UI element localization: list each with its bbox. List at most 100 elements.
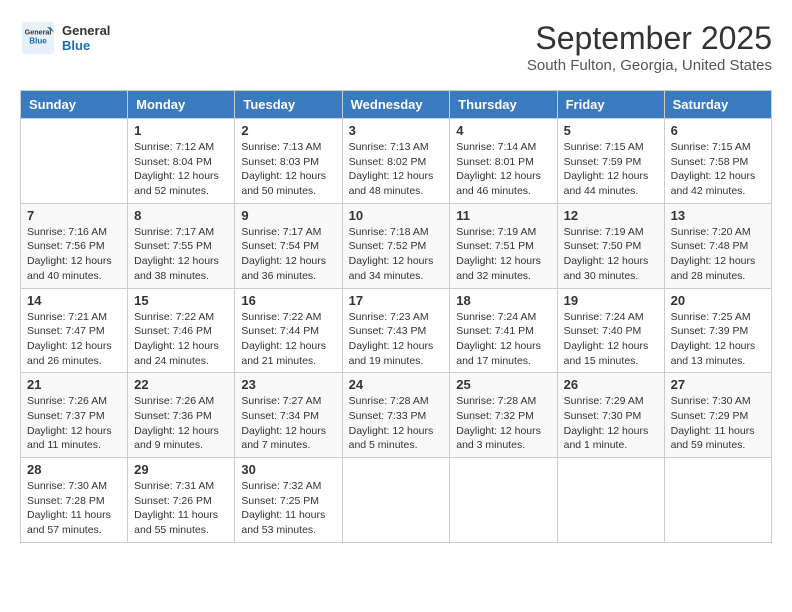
day-info: Sunrise: 7:26 AM Sunset: 7:37 PM Dayligh… — [27, 394, 121, 453]
calendar-cell — [664, 458, 771, 543]
day-number: 14 — [27, 293, 121, 308]
day-info: Sunrise: 7:24 AM Sunset: 7:40 PM Dayligh… — [564, 310, 658, 369]
day-number: 20 — [671, 293, 765, 308]
day-number: 13 — [671, 208, 765, 223]
calendar-table: SundayMondayTuesdayWednesdayThursdayFrid… — [20, 90, 772, 543]
calendar-cell: 22 Sunrise: 7:26 AM Sunset: 7:36 PM Dayli… — [128, 373, 235, 458]
logo-icon: General Blue — [20, 20, 56, 56]
calendar-cell: 3Sunrise: 7:13 AM Sunset: 8:02 PM Daylig… — [342, 119, 450, 204]
calendar-cell — [557, 458, 664, 543]
calendar-cell: 10 Sunrise: 7:18 AM Sunset: 7:52 PM Dayli… — [342, 203, 450, 288]
calendar-cell: 5 Sunrise: 7:15 AM Sunset: 7:59 PM Daylig… — [557, 119, 664, 204]
day-number: 24 — [349, 377, 444, 392]
logo: General Blue General Blue — [20, 20, 110, 56]
day-info: Sunrise: 7:19 AM Sunset: 7:50 PM Dayligh… — [564, 225, 658, 284]
calendar-cell: 17Sunrise: 7:23 AM Sunset: 7:43 PM Dayli… — [342, 288, 450, 373]
calendar-cell: 24 Sunrise: 7:28 AM Sunset: 7:33 PM Dayli… — [342, 373, 450, 458]
day-info: Sunrise: 7:20 AM Sunset: 7:48 PM Dayligh… — [671, 225, 765, 284]
day-info: Sunrise: 7:30 AM Sunset: 7:29 PM Dayligh… — [671, 394, 765, 453]
day-info: Sunrise: 7:32 AM Sunset: 7:25 PM Dayligh… — [241, 479, 335, 538]
calendar-week-row: 28Sunrise: 7:30 AM Sunset: 7:28 PM Dayli… — [21, 458, 772, 543]
calendar-cell: 15Sunrise: 7:22 AM Sunset: 7:46 PM Dayli… — [128, 288, 235, 373]
day-number: 21 — [27, 377, 121, 392]
calendar-header-row: SundayMondayTuesdayWednesdayThursdayFrid… — [21, 91, 772, 119]
day-info: Sunrise: 7:14 AM Sunset: 8:01 PM Dayligh… — [456, 140, 550, 199]
calendar-cell: 2 Sunrise: 7:13 AM Sunset: 8:03 PM Daylig… — [235, 119, 342, 204]
day-number: 10 — [349, 208, 444, 223]
month-title: September 2025 — [527, 20, 772, 57]
day-info: Sunrise: 7:22 AM Sunset: 7:46 PM Dayligh… — [134, 310, 228, 369]
day-number: 17 — [349, 293, 444, 308]
calendar-cell: 12 Sunrise: 7:19 AM Sunset: 7:50 PM Dayli… — [557, 203, 664, 288]
day-info: Sunrise: 7:19 AM Sunset: 7:51 PM Dayligh… — [456, 225, 550, 284]
day-header-friday: Friday — [557, 91, 664, 119]
calendar-cell: 23 Sunrise: 7:27 AM Sunset: 7:34 PM Dayli… — [235, 373, 342, 458]
day-number: 11 — [456, 208, 550, 223]
day-info: Sunrise: 7:16 AM Sunset: 7:56 PM Dayligh… — [27, 225, 121, 284]
page-header: General Blue General Blue September 2025… — [20, 20, 772, 74]
day-header-tuesday: Tuesday — [235, 91, 342, 119]
day-number: 6 — [671, 123, 765, 138]
day-number: 12 — [564, 208, 658, 223]
calendar-cell: 6 Sunrise: 7:15 AM Sunset: 7:58 PM Daylig… — [664, 119, 771, 204]
calendar-cell: 27 Sunrise: 7:30 AM Sunset: 7:29 PM Dayli… — [664, 373, 771, 458]
day-info: Sunrise: 7:22 AM Sunset: 7:44 PM Dayligh… — [241, 310, 335, 369]
day-number: 22 — [134, 377, 228, 392]
day-info: Sunrise: 7:12 AM Sunset: 8:04 PM Dayligh… — [134, 140, 228, 199]
calendar-cell: 25Sunrise: 7:28 AM Sunset: 7:32 PM Dayli… — [450, 373, 557, 458]
day-number: 18 — [456, 293, 550, 308]
calendar-cell: 9Sunrise: 7:17 AM Sunset: 7:54 PM Daylig… — [235, 203, 342, 288]
day-number: 19 — [564, 293, 658, 308]
calendar-cell: 11 Sunrise: 7:19 AM Sunset: 7:51 PM Dayli… — [450, 203, 557, 288]
day-number: 5 — [564, 123, 658, 138]
calendar-cell: 7Sunrise: 7:16 AM Sunset: 7:56 PM Daylig… — [21, 203, 128, 288]
logo-text: General Blue — [62, 23, 110, 53]
calendar-week-row: 21 Sunrise: 7:26 AM Sunset: 7:37 PM Dayli… — [21, 373, 772, 458]
day-number: 27 — [671, 377, 765, 392]
day-header-saturday: Saturday — [664, 91, 771, 119]
day-info: Sunrise: 7:28 AM Sunset: 7:32 PM Dayligh… — [456, 394, 550, 453]
svg-text:Blue: Blue — [29, 36, 47, 45]
day-info: Sunrise: 7:28 AM Sunset: 7:33 PM Dayligh… — [349, 394, 444, 453]
day-info: Sunrise: 7:21 AM Sunset: 7:47 PM Dayligh… — [27, 310, 121, 369]
calendar-cell: 28Sunrise: 7:30 AM Sunset: 7:28 PM Dayli… — [21, 458, 128, 543]
logo-general: General — [62, 23, 110, 38]
day-info: Sunrise: 7:15 AM Sunset: 7:59 PM Dayligh… — [564, 140, 658, 199]
calendar-cell: 19 Sunrise: 7:24 AM Sunset: 7:40 PM Dayli… — [557, 288, 664, 373]
day-info: Sunrise: 7:13 AM Sunset: 8:02 PM Dayligh… — [349, 140, 444, 199]
day-info: Sunrise: 7:17 AM Sunset: 7:55 PM Dayligh… — [134, 225, 228, 284]
day-header-monday: Monday — [128, 91, 235, 119]
day-info: Sunrise: 7:15 AM Sunset: 7:58 PM Dayligh… — [671, 140, 765, 199]
calendar-cell: 21 Sunrise: 7:26 AM Sunset: 7:37 PM Dayli… — [21, 373, 128, 458]
calendar-cell: 20 Sunrise: 7:25 AM Sunset: 7:39 PM Dayli… — [664, 288, 771, 373]
calendar-cell: 14 Sunrise: 7:21 AM Sunset: 7:47 PM Dayli… — [21, 288, 128, 373]
day-number: 29 — [134, 462, 228, 477]
day-number: 16 — [241, 293, 335, 308]
day-number: 2 — [241, 123, 335, 138]
calendar-cell: 29Sunrise: 7:31 AM Sunset: 7:26 PM Dayli… — [128, 458, 235, 543]
day-info: Sunrise: 7:27 AM Sunset: 7:34 PM Dayligh… — [241, 394, 335, 453]
calendar-cell: 30Sunrise: 7:32 AM Sunset: 7:25 PM Dayli… — [235, 458, 342, 543]
day-info: Sunrise: 7:13 AM Sunset: 8:03 PM Dayligh… — [241, 140, 335, 199]
calendar-cell: 13 Sunrise: 7:20 AM Sunset: 7:48 PM Dayli… — [664, 203, 771, 288]
day-number: 23 — [241, 377, 335, 392]
calendar-cell: 26 Sunrise: 7:29 AM Sunset: 7:30 PM Dayli… — [557, 373, 664, 458]
day-number: 1 — [134, 123, 228, 138]
calendar-cell: 16 Sunrise: 7:22 AM Sunset: 7:44 PM Dayli… — [235, 288, 342, 373]
calendar-cell: 4Sunrise: 7:14 AM Sunset: 8:01 PM Daylig… — [450, 119, 557, 204]
calendar-week-row: 1 Sunrise: 7:12 AM Sunset: 8:04 PM Daylig… — [21, 119, 772, 204]
day-header-sunday: Sunday — [21, 91, 128, 119]
calendar-week-row: 14 Sunrise: 7:21 AM Sunset: 7:47 PM Dayli… — [21, 288, 772, 373]
day-number: 8 — [134, 208, 228, 223]
calendar-cell — [450, 458, 557, 543]
calendar-cell — [342, 458, 450, 543]
logo-blue: Blue — [62, 38, 110, 53]
day-info: Sunrise: 7:18 AM Sunset: 7:52 PM Dayligh… — [349, 225, 444, 284]
day-info: Sunrise: 7:26 AM Sunset: 7:36 PM Dayligh… — [134, 394, 228, 453]
day-info: Sunrise: 7:25 AM Sunset: 7:39 PM Dayligh… — [671, 310, 765, 369]
day-number: 28 — [27, 462, 121, 477]
day-info: Sunrise: 7:29 AM Sunset: 7:30 PM Dayligh… — [564, 394, 658, 453]
svg-text:General: General — [25, 27, 52, 36]
day-info: Sunrise: 7:24 AM Sunset: 7:41 PM Dayligh… — [456, 310, 550, 369]
day-number: 26 — [564, 377, 658, 392]
